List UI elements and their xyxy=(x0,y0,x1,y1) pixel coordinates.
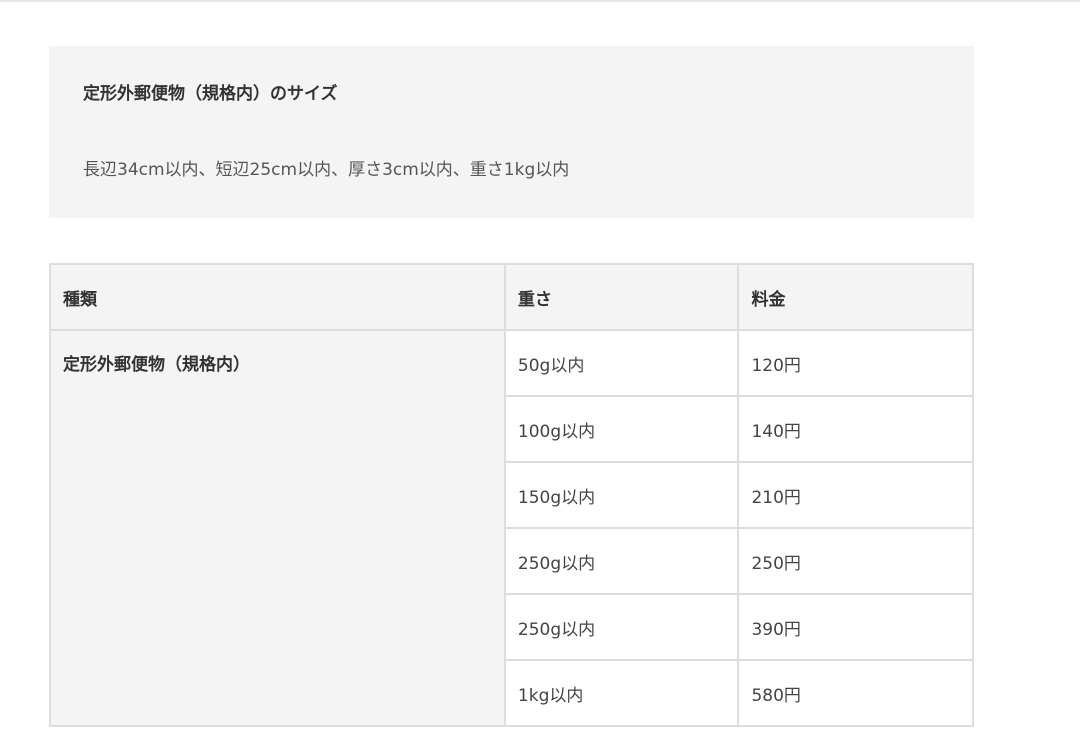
table-row: 定形外郵便物（規格内） 50g以内 120円 xyxy=(49,329,974,727)
weight-cell: 50g以内 xyxy=(503,329,740,397)
weight-cell: 100g以内 xyxy=(503,395,740,463)
header-price: 料金 xyxy=(737,263,974,331)
type-cell: 定形外郵便物（規格内） xyxy=(49,329,506,727)
size-info-text: 長辺34cm以内、短辺25cm以内、厚さ3cm以内、重さ1kg以内 xyxy=(83,160,570,180)
price-cell: 580円 xyxy=(737,659,974,727)
price-cell: 210円 xyxy=(737,461,974,529)
price-cell: 140円 xyxy=(737,395,974,463)
top-divider xyxy=(0,0,1080,2)
price-cell: 120円 xyxy=(737,329,974,397)
price-cell: 390円 xyxy=(737,593,974,661)
weight-cell: 150g以内 xyxy=(503,461,740,529)
table-header-row: 種類 重さ 料金 xyxy=(49,263,974,331)
size-info-title: 定形外郵便物（規格内）のサイズ xyxy=(83,84,338,104)
header-weight: 重さ xyxy=(503,263,740,331)
weight-cell: 250g以内 xyxy=(503,527,740,595)
price-cell: 250円 xyxy=(737,527,974,595)
weight-cell: 250g以内 xyxy=(503,593,740,661)
weight-cell: 1kg以内 xyxy=(503,659,740,727)
size-info-box: 定形外郵便物（規格内）のサイズ 長辺34cm以内、短辺25cm以内、厚さ3cm以… xyxy=(49,46,974,218)
rate-table: 種類 重さ 料金 定形外郵便物（規格内） 50g以内 120円 100g以内 1… xyxy=(49,263,974,727)
header-type: 種類 xyxy=(49,263,506,331)
